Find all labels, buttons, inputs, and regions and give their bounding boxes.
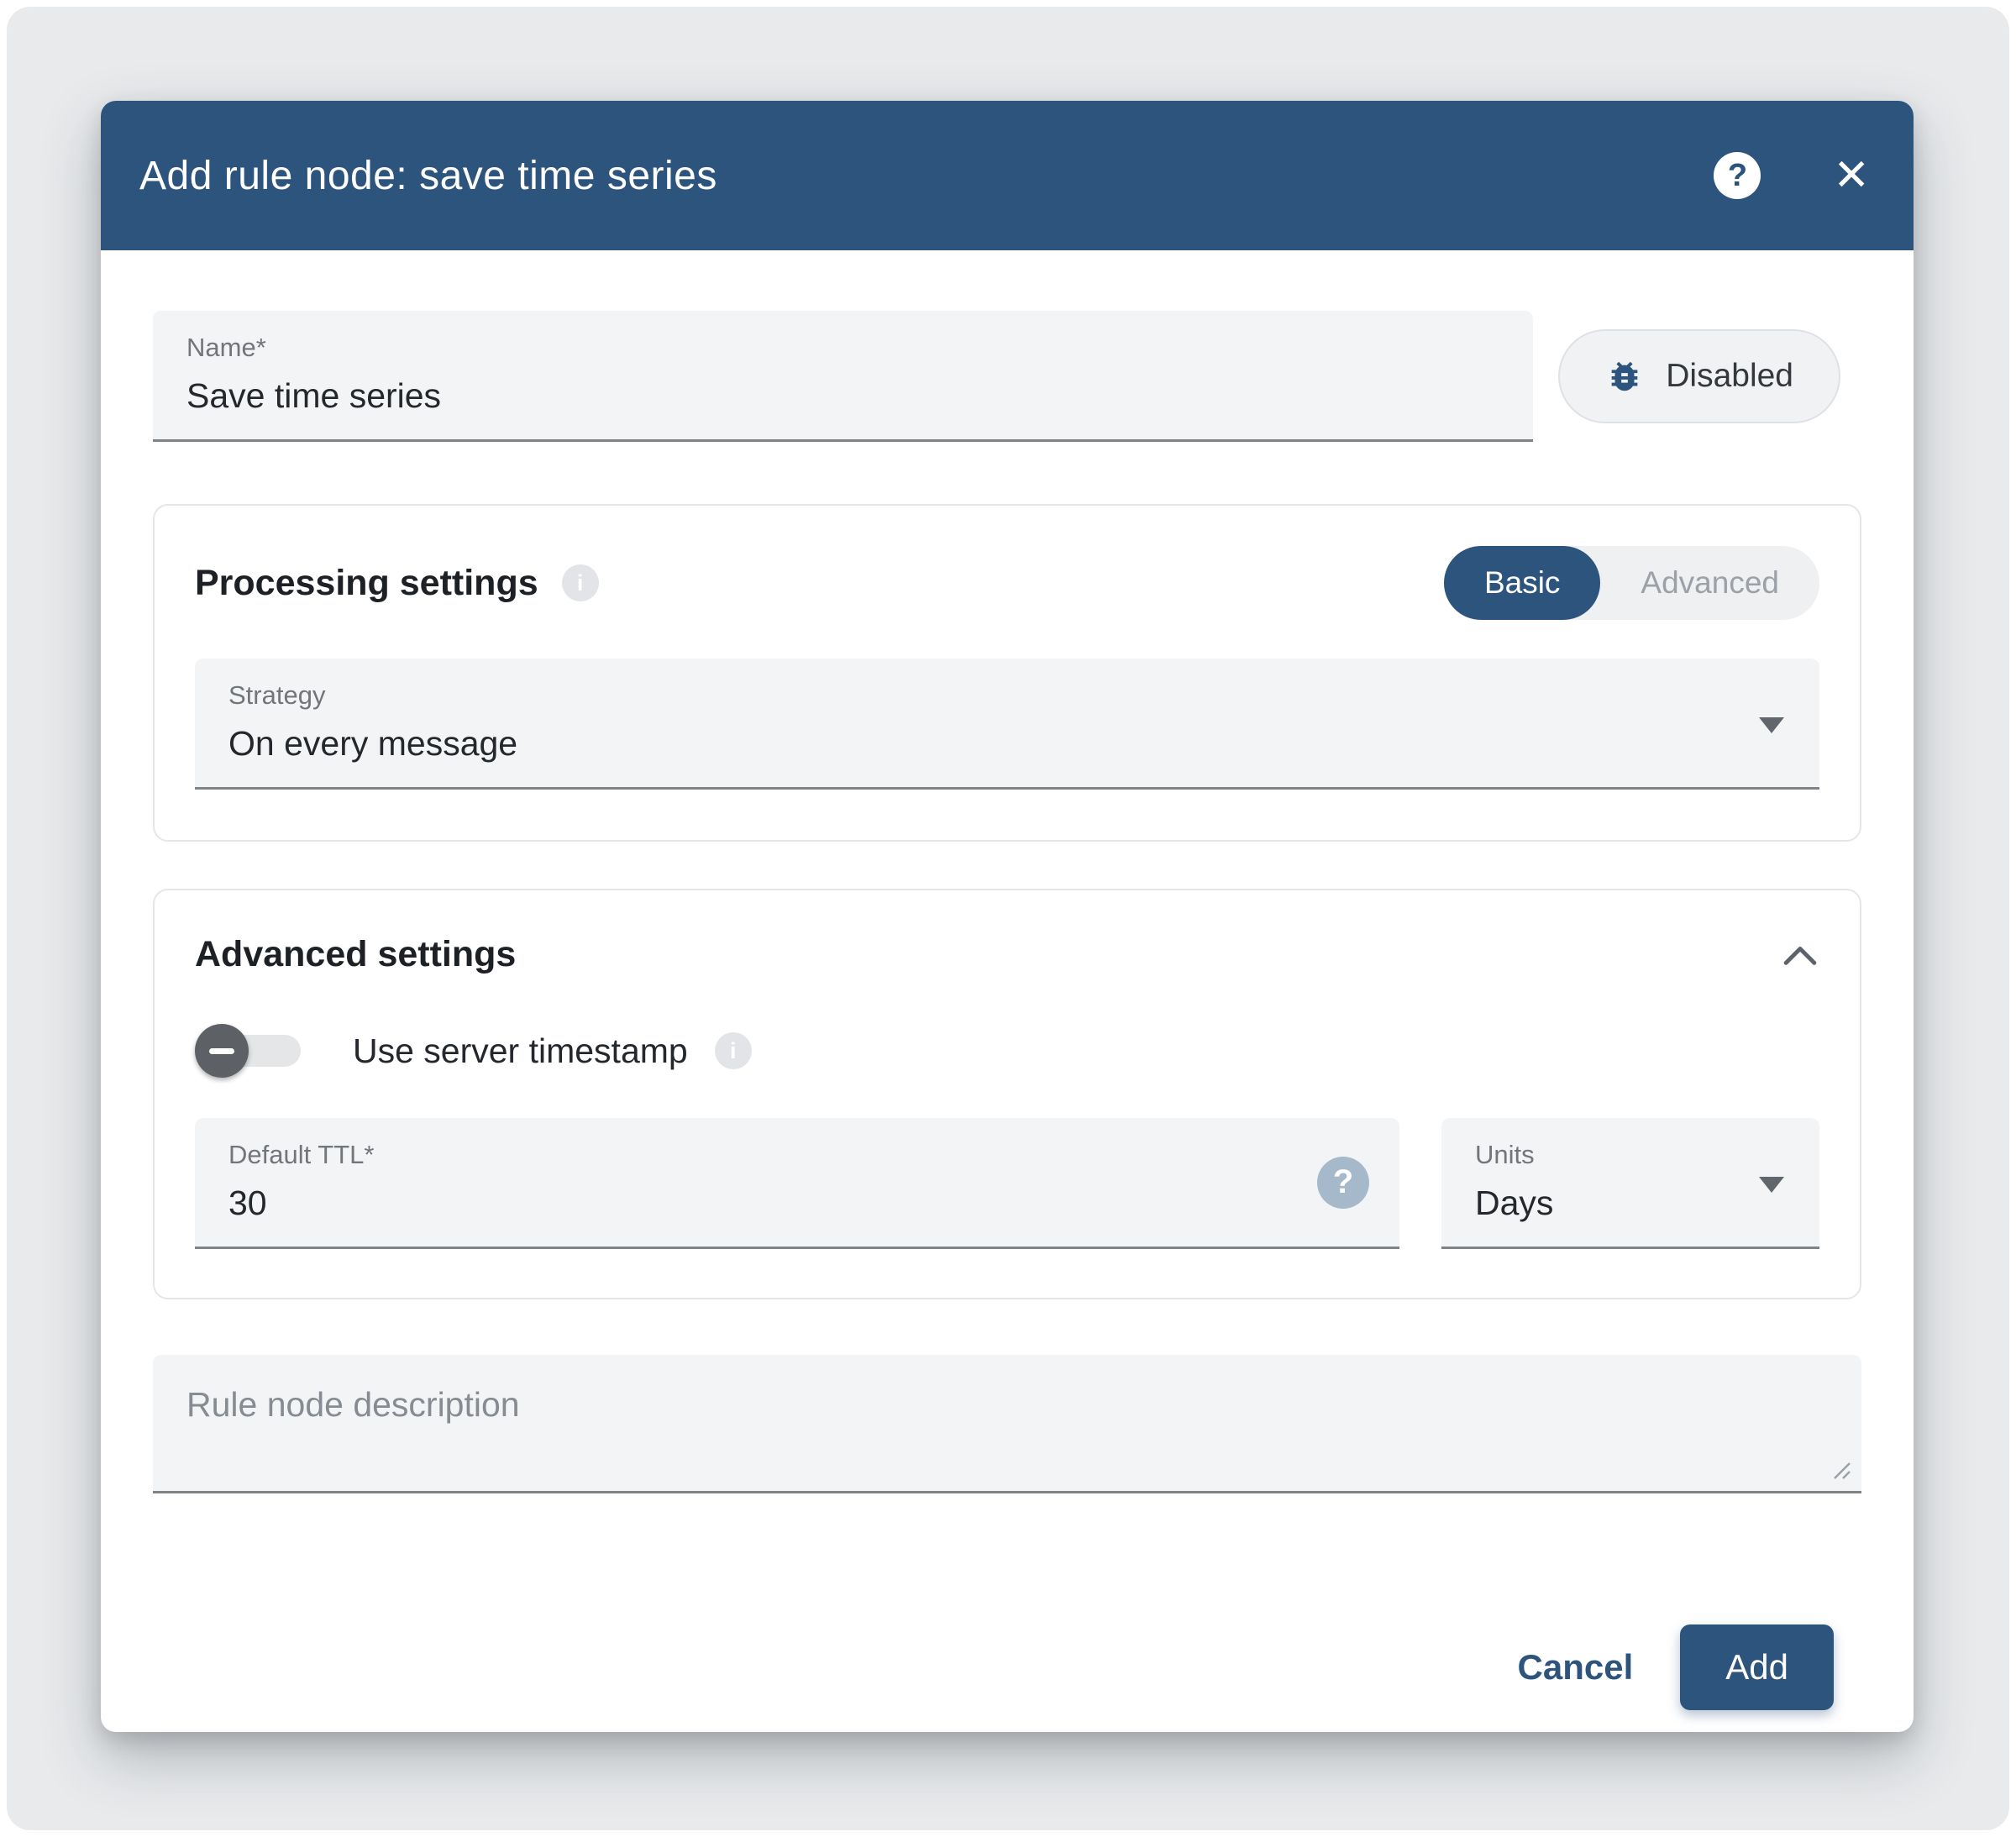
name-field[interactable]: Name* Save time series [153, 311, 1533, 442]
use-server-timestamp-info-icon[interactable]: i [715, 1032, 752, 1069]
strategy-select[interactable]: Strategy On every message [195, 659, 1819, 790]
units-label: Units [1475, 1140, 1786, 1170]
add-rule-node-dialog: Add rule node: save time series ? ✕ Name… [101, 101, 1914, 1732]
bug-icon [1605, 357, 1644, 396]
name-row: Name* Save time series Disabled [153, 311, 1861, 442]
dialog-footer: Cancel Add [153, 1624, 1861, 1710]
name-field-value: Save time series [186, 376, 1499, 416]
dialog-content: Name* Save time series Disabled Processi… [101, 250, 1914, 1732]
cancel-button[interactable]: Cancel [1518, 1647, 1634, 1687]
resize-handle-icon[interactable] [1830, 1458, 1851, 1484]
processing-settings-title: Processing settings [195, 563, 538, 604]
debug-mode-label: Disabled [1666, 358, 1793, 395]
processing-settings-card: Processing settings i Basic Advanced Str… [153, 504, 1861, 842]
processing-info-icon[interactable]: i [562, 564, 599, 601]
ttl-help-icon[interactable]: ? [1317, 1157, 1369, 1209]
dropdown-arrow-icon [1759, 1177, 1784, 1193]
advanced-settings-card: Advanced settings Use server timestamp i [153, 889, 1861, 1299]
mode-toggle-advanced[interactable]: Advanced [1600, 546, 1819, 620]
advanced-settings-header: Advanced settings [195, 934, 1819, 975]
close-icon[interactable]: ✕ [1833, 154, 1870, 197]
processing-mode-toggle: Basic Advanced [1444, 546, 1819, 620]
dropdown-arrow-icon [1759, 717, 1784, 733]
use-server-timestamp-toggle[interactable] [195, 1024, 304, 1078]
dialog-header: Add rule node: save time series ? ✕ [101, 101, 1914, 250]
use-server-timestamp-label: Use server timestamp [353, 1031, 688, 1071]
units-value: Days [1475, 1184, 1786, 1223]
collapse-section-button[interactable] [1781, 942, 1819, 968]
ttl-row: Default TTL* 30 ? Units Days [195, 1118, 1819, 1249]
units-select[interactable]: Units Days [1441, 1118, 1819, 1249]
add-button[interactable]: Add [1680, 1624, 1834, 1710]
advanced-settings-title: Advanced settings [195, 934, 516, 975]
processing-settings-header: Processing settings i Basic Advanced [195, 546, 1819, 620]
strategy-label: Strategy [228, 680, 1786, 711]
toggle-thumb [195, 1024, 249, 1078]
rule-node-description-textarea[interactable]: Rule node description [153, 1355, 1861, 1493]
debug-mode-button[interactable]: Disabled [1558, 329, 1840, 423]
use-server-timestamp-row: Use server timestamp i [195, 1024, 1819, 1078]
default-ttl-value: 30 [228, 1184, 1366, 1223]
default-ttl-label: Default TTL* [228, 1140, 1366, 1170]
dialog-title: Add rule node: save time series [139, 153, 717, 199]
mode-toggle-basic[interactable]: Basic [1444, 546, 1600, 620]
description-placeholder: Rule node description [186, 1385, 1828, 1425]
strategy-value: On every message [228, 724, 1786, 764]
help-icon[interactable]: ? [1714, 152, 1761, 199]
default-ttl-field[interactable]: Default TTL* 30 ? [195, 1118, 1399, 1249]
name-field-label: Name* [186, 333, 1499, 363]
chevron-up-icon [1781, 942, 1819, 968]
